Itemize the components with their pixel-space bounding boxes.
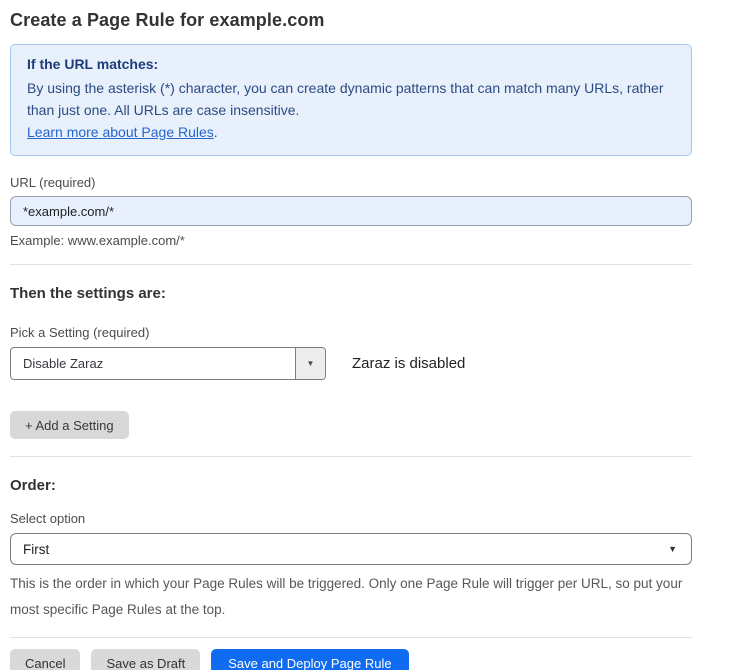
setting-picker-label: Pick a Setting (required) bbox=[10, 325, 692, 340]
divider bbox=[10, 637, 692, 638]
link-period: . bbox=[214, 124, 218, 140]
setting-select-value: Disable Zaraz bbox=[11, 348, 295, 379]
divider bbox=[10, 456, 692, 457]
page-title: Create a Page Rule for example.com bbox=[10, 10, 692, 31]
setting-row: Disable Zaraz ▼ Zaraz is disabled bbox=[10, 347, 692, 380]
info-box-link-line: Learn more about Page Rules. bbox=[27, 121, 675, 143]
settings-section-heading: Then the settings are: bbox=[10, 285, 692, 302]
setting-select[interactable]: Disable Zaraz ▼ bbox=[10, 347, 326, 380]
info-box-body: By using the asterisk (*) character, you… bbox=[27, 77, 667, 121]
save-as-draft-button[interactable]: Save as Draft bbox=[91, 649, 200, 670]
url-example-text: Example: www.example.com/* bbox=[10, 233, 692, 248]
chevron-down-icon: ▼ bbox=[668, 544, 677, 554]
order-help-text: This is the order in which your Page Rul… bbox=[10, 571, 692, 623]
divider bbox=[10, 264, 692, 265]
order-select[interactable]: First ▼ bbox=[10, 533, 692, 565]
learn-more-link[interactable]: Learn more about Page Rules bbox=[27, 124, 214, 140]
info-box-heading: If the URL matches: bbox=[27, 56, 675, 72]
url-input[interactable] bbox=[10, 196, 692, 226]
setting-status-text: Zaraz is disabled bbox=[352, 355, 465, 372]
order-section-heading: Order: bbox=[10, 477, 692, 494]
url-match-info-box: If the URL matches: By using the asteris… bbox=[10, 44, 692, 156]
save-and-deploy-button[interactable]: Save and Deploy Page Rule bbox=[211, 649, 408, 670]
cancel-button[interactable]: Cancel bbox=[10, 649, 80, 670]
add-setting-button[interactable]: + Add a Setting bbox=[10, 411, 129, 439]
page-rule-form: Create a Page Rule for example.com If th… bbox=[10, 0, 692, 670]
url-field-label: URL (required) bbox=[10, 175, 692, 190]
chevron-down-icon[interactable]: ▼ bbox=[295, 348, 325, 379]
order-select-value: First bbox=[23, 542, 49, 557]
form-actions: Cancel Save as Draft Save and Deploy Pag… bbox=[10, 649, 692, 670]
order-select-label: Select option bbox=[10, 511, 692, 526]
